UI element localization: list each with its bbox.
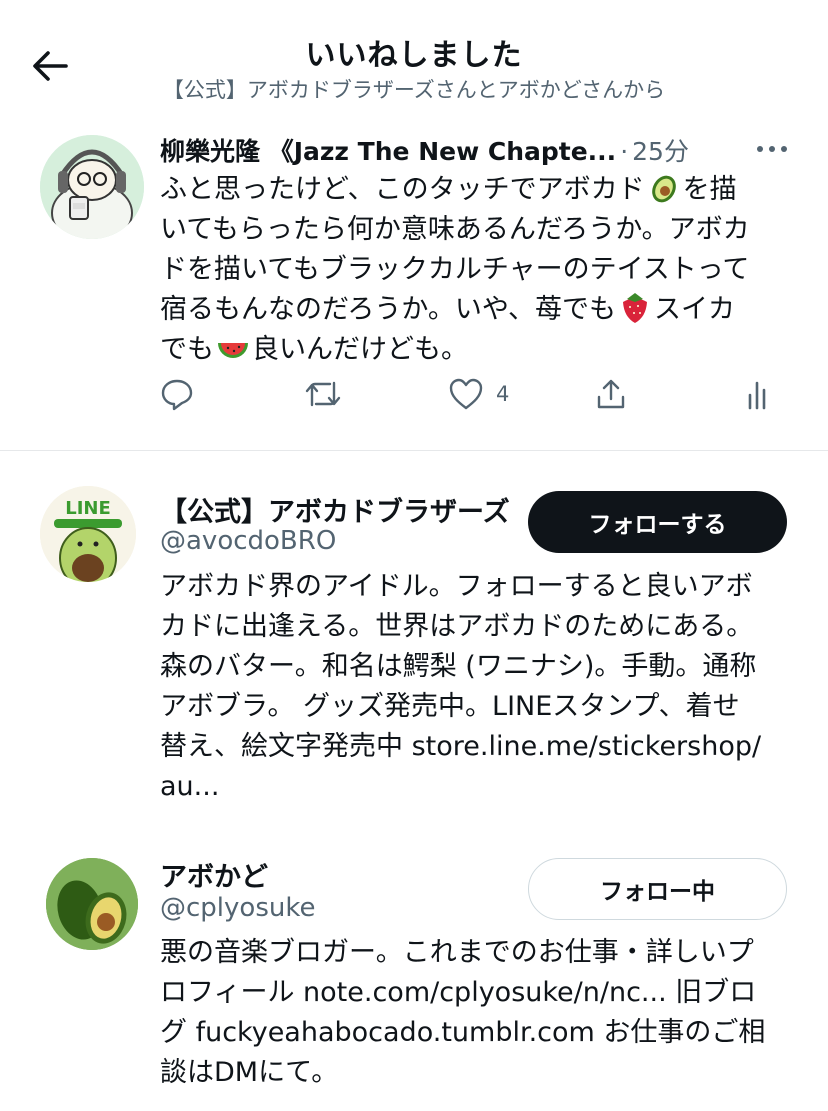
share-icon [597,379,625,409]
bio-line[interactable]: グ fuckyeahabocado.tumblr.com お仕事のご相 [160,1013,780,1053]
bio-line[interactable]: ロフィール note.com/cplyosuke/n/nc... 旧ブロ [160,973,780,1013]
tweet-time[interactable]: 25分 [632,137,689,166]
more-dots-icon [757,146,787,152]
retweet-icon [305,381,341,407]
user-handle[interactable]: @avocdoBRO [160,526,336,556]
bio-line: アボカド界のアイドル。フォローすると良いアボ [160,571,753,602]
reply-button[interactable] [160,372,194,416]
bio-line: カドに出逢える。世界はアボカドのためにある。 [160,611,754,642]
user-name[interactable]: アボかど [160,855,268,894]
tweet-line: ドを描いてもブラックカルチャーのテイストって [160,254,750,285]
user-bio: アボカド界のアイドル。フォローすると良いアボ カドに出逢える。世界はアボカドのた… [160,567,780,807]
bio-line: 談はDMにて。 [160,1057,339,1088]
user-name[interactable]: 【公式】アボカドブラザーズ [160,490,510,529]
avatar-illustration: LINE [40,486,136,582]
bio-line: 森のバター。和名は鰐梨 (ワニナシ)。手動。通称 [160,651,757,682]
separator-dot: · [620,137,629,166]
more-options-button[interactable] [752,134,792,164]
tweet-line: ふと思ったけど、このタッチでアボカド を描 [160,170,800,210]
tweet-line: 宿るもんなのだろうか。いや、苺でも スイカ [160,290,800,330]
tweet-author-name[interactable]: 柳樂光隆 《Jazz The New Chapte... [160,137,616,166]
analytics-button[interactable] [740,372,774,416]
user-avatar[interactable] [46,858,138,950]
analytics-icon [748,381,766,410]
user-avatar[interactable]: LINE [40,486,136,582]
retweet-button[interactable] [303,372,343,416]
follow-button[interactable]: フォローする [528,491,787,553]
heart-icon [449,378,483,410]
avatar-illustration [46,858,138,950]
bio-line[interactable]: 替え、絵文字発売中 store.line.me/stickershop/ [160,727,780,767]
bio-line: 悪の音楽ブロガー。これまでのお仕事・詳しいプ [160,937,754,968]
like-count: 4 [496,382,510,406]
avatar-illustration [40,135,144,239]
divider [0,450,828,451]
share-button[interactable] [594,372,628,416]
avocado-emoji [651,175,676,203]
tweet-header: 柳樂光隆 《Jazz The New Chapte... · 25分 [160,132,720,166]
following-button[interactable]: フォロー中 [528,858,787,920]
page-subtitle: 【公式】アボカドブラザーズさんとアボかどさんから [162,78,666,102]
strawberry-emoji [623,293,648,323]
watermelon-emoji [218,343,248,358]
reply-icon [161,379,193,411]
avatar-logo-text: LINE [65,498,111,519]
bio-line: au... [160,771,220,802]
like-button[interactable]: 4 [448,372,509,416]
tweet-author-avatar[interactable] [40,135,144,239]
user-bio: 悪の音楽ブロガー。これまでのお仕事・詳しいプ ロフィール note.com/cp… [160,933,780,1093]
tweet-text: ふと思ったけど、このタッチでアボカド を描 いてもらったら何か意味あるんだろうか。… [160,170,800,370]
user-handle[interactable]: @cplyosuke [160,893,315,923]
tweet-line: でも 良いんだけども。 [160,330,800,370]
tweet-line: いてもらったら何か意味あるんだろうか。アボカ [160,214,750,245]
bio-line: アボブラ。 グッズ発売中。LINEスタンプ、着せ [160,691,740,722]
page-title: いいねしました [305,38,523,73]
